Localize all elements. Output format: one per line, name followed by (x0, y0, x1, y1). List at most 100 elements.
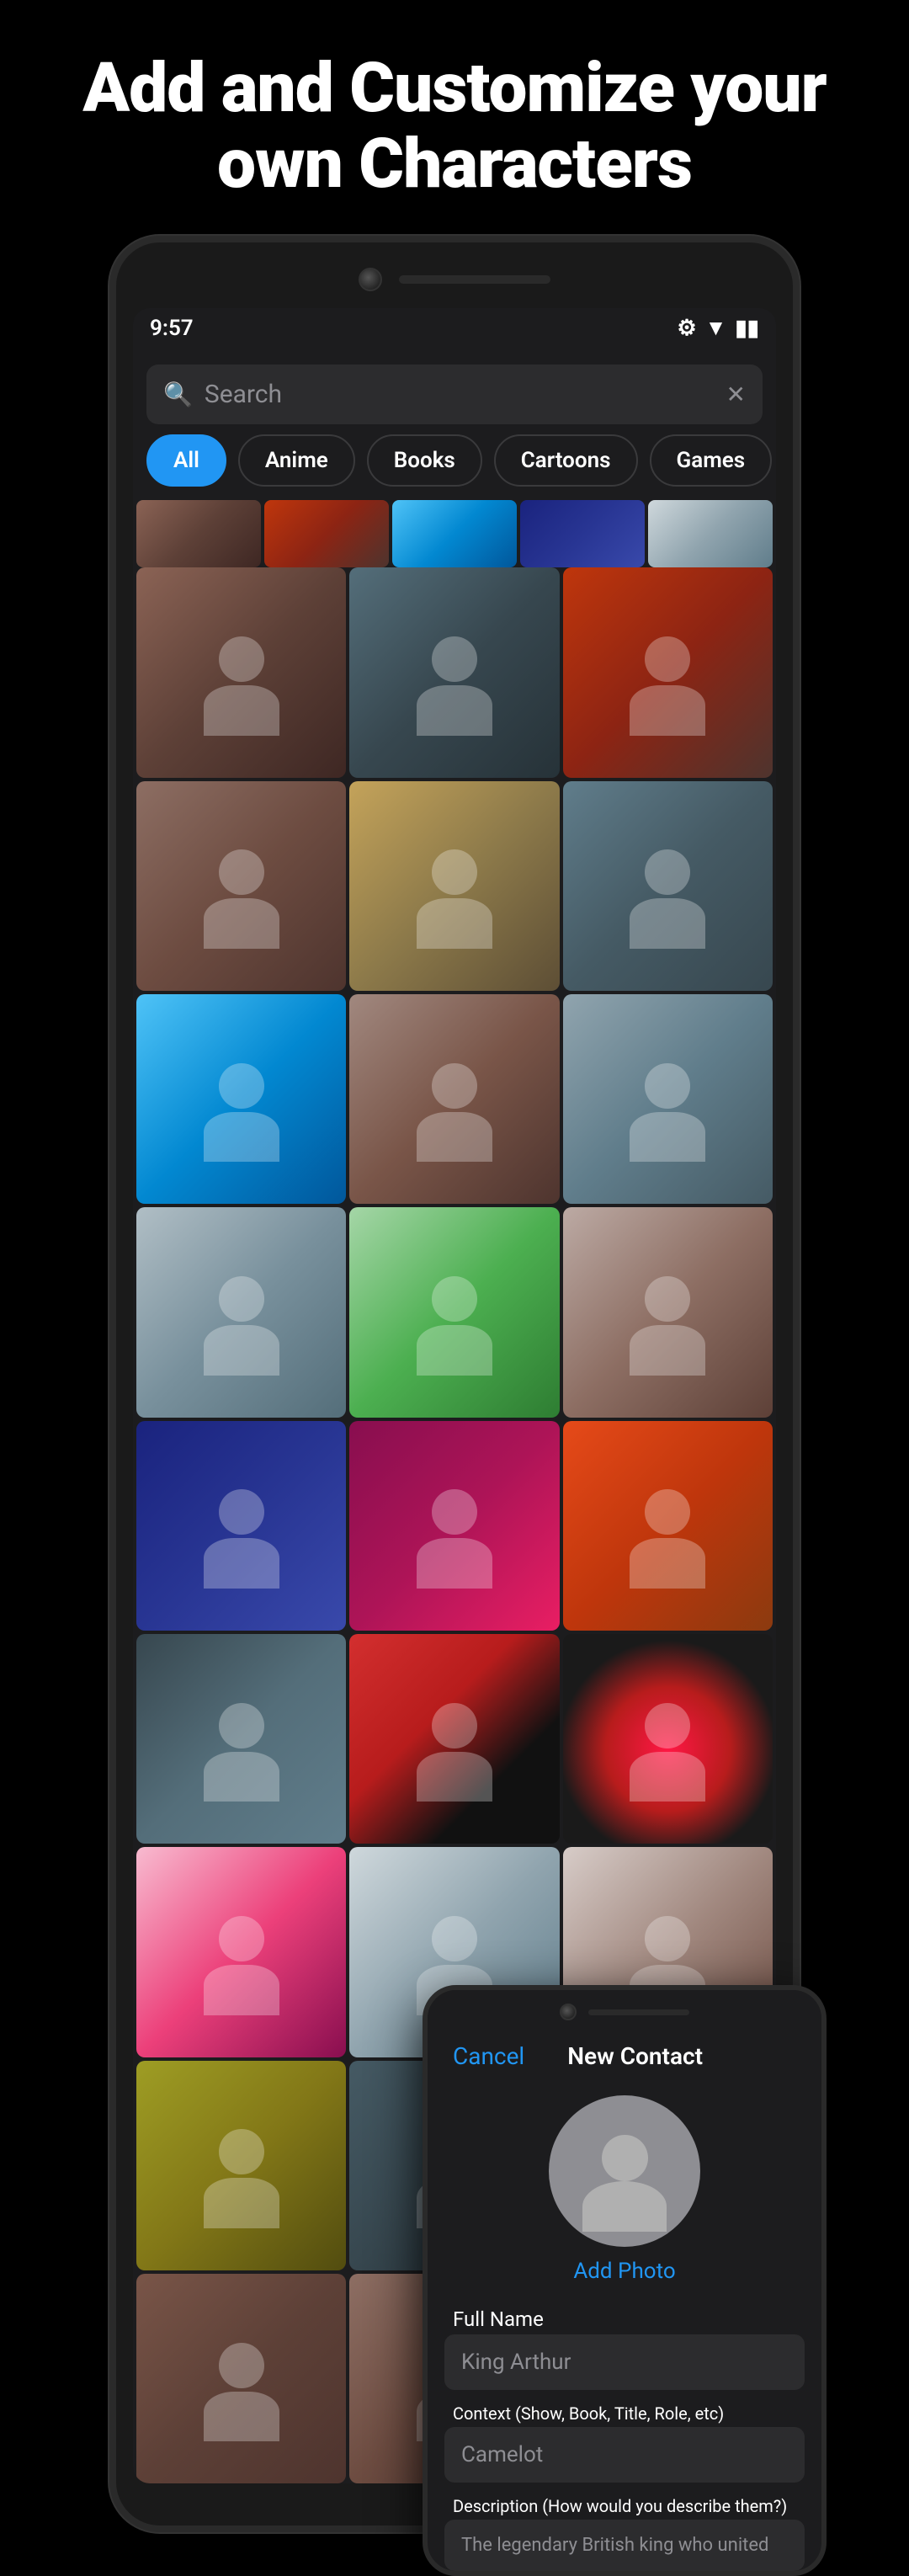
silhouette-head (432, 1489, 477, 1535)
silhouette-head (432, 1276, 477, 1322)
silhouette-body (204, 1112, 279, 1163)
character-cell[interactable] (563, 1207, 773, 1417)
chip-anime[interactable]: Anime (238, 434, 355, 487)
character-cell[interactable] (136, 1207, 346, 1417)
character-silhouette (178, 1463, 305, 1589)
silhouette-head (219, 1276, 264, 1322)
hero-section: Add and Customize your own Characters (0, 0, 909, 236)
character-cell[interactable] (349, 781, 559, 991)
silhouette-head (219, 1916, 264, 1961)
silhouette-body (204, 685, 279, 736)
silhouette-head (432, 1703, 477, 1748)
character-silhouette (391, 1249, 518, 1376)
chip-all[interactable]: All (146, 434, 226, 487)
character-image (563, 781, 773, 991)
character-cell[interactable] (349, 1634, 559, 1844)
character-image (349, 1634, 559, 1844)
silhouette-body (204, 2392, 279, 2442)
character-image (136, 1207, 346, 1417)
character-cell[interactable] (136, 567, 346, 777)
character-image (563, 994, 773, 1204)
character-silhouette (178, 2316, 305, 2442)
status-bar: 9:57 ⚙ ▼ ▮▮ (133, 308, 776, 351)
hero-title: Add and Customize your own Characters (34, 51, 875, 202)
silhouette-head (645, 1063, 690, 1109)
character-cell[interactable] (563, 1634, 773, 1844)
wifi-icon: ▼ (705, 315, 727, 341)
silhouette-body (630, 685, 705, 736)
character-cell[interactable] (136, 994, 346, 1204)
character-cell[interactable] (136, 1847, 346, 2057)
silhouette-body (417, 1752, 492, 1802)
character-cell[interactable] (136, 2274, 346, 2483)
silhouette-body (630, 1538, 705, 1589)
full-name-input[interactable]: King Arthur (444, 2334, 805, 2390)
add-photo-button[interactable]: Add Photo (573, 2259, 675, 2284)
character-silhouette (391, 1036, 518, 1163)
character-silhouette (391, 1676, 518, 1802)
silhouette-body (204, 1752, 279, 1802)
character-cell[interactable] (136, 1421, 346, 1631)
phone-camera (359, 268, 382, 291)
silhouette-head (219, 2343, 264, 2388)
silhouette-head (219, 1703, 264, 1748)
top-cell[interactable] (136, 500, 261, 567)
character-silhouette (178, 1249, 305, 1376)
top-cell[interactable] (392, 500, 517, 567)
character-silhouette (178, 1889, 305, 2015)
character-cell[interactable] (349, 1421, 559, 1631)
character-image (349, 567, 559, 777)
chip-cartoons[interactable]: Cartoons (494, 434, 638, 487)
search-clear-icon[interactable]: ✕ (726, 381, 746, 408)
top-cell[interactable] (648, 500, 773, 567)
search-icon: 🔍 (163, 381, 193, 408)
phone-bezel: 9:57 ⚙ ▼ ▮▮ 🔍 Search ✕ AllAnimeBooksCart… (109, 236, 800, 2532)
silhouette-body (417, 1325, 492, 1376)
silhouette-body (630, 1325, 705, 1376)
character-image (136, 994, 346, 1204)
character-silhouette (391, 823, 518, 950)
character-image (563, 1634, 773, 1844)
character-cell[interactable] (563, 1421, 773, 1631)
description-input[interactable]: The legendary British king who united (444, 2520, 805, 2571)
silhouette-head (219, 636, 264, 682)
character-image (136, 1847, 346, 2057)
character-cell[interactable] (136, 1634, 346, 1844)
character-silhouette (178, 1676, 305, 1802)
character-cell[interactable] (349, 1207, 559, 1417)
silhouette-head (645, 1916, 690, 1961)
character-image (563, 1207, 773, 1417)
character-cell[interactable] (349, 567, 559, 777)
phone-speaker (399, 275, 550, 284)
character-silhouette (605, 823, 731, 950)
category-chips-row: AllAnimeBooksCartoonsGamesHistoricMovies (133, 434, 776, 500)
silhouette-head (219, 2129, 264, 2174)
character-cell[interactable] (136, 781, 346, 991)
top-cell[interactable] (520, 500, 645, 567)
phone-camera-bar (133, 268, 776, 291)
character-image (563, 1421, 773, 1631)
cancel-button[interactable]: Cancel (453, 2042, 524, 2070)
context-input[interactable]: Camelot (444, 2427, 805, 2483)
chip-books[interactable]: Books (367, 434, 482, 487)
character-silhouette (178, 2103, 305, 2229)
silhouette-head (432, 849, 477, 895)
character-silhouette (605, 609, 731, 736)
silhouette-body (204, 2178, 279, 2228)
character-cell[interactable] (136, 2061, 346, 2270)
avatar[interactable] (549, 2095, 700, 2247)
character-image (136, 2061, 346, 2270)
second-phone-speaker (588, 2009, 689, 2015)
silhouette-body (417, 1538, 492, 1589)
search-bar[interactable]: 🔍 Search ✕ (146, 365, 763, 424)
chip-games[interactable]: Games (650, 434, 773, 487)
character-image (349, 781, 559, 991)
character-cell[interactable] (563, 781, 773, 991)
top-cell[interactable] (264, 500, 389, 567)
character-cell[interactable] (563, 994, 773, 1204)
top-row-images (133, 500, 776, 567)
character-cell[interactable] (563, 567, 773, 777)
search-input[interactable]: Search (205, 380, 715, 409)
character-silhouette (178, 1036, 305, 1163)
character-cell[interactable] (349, 994, 559, 1204)
